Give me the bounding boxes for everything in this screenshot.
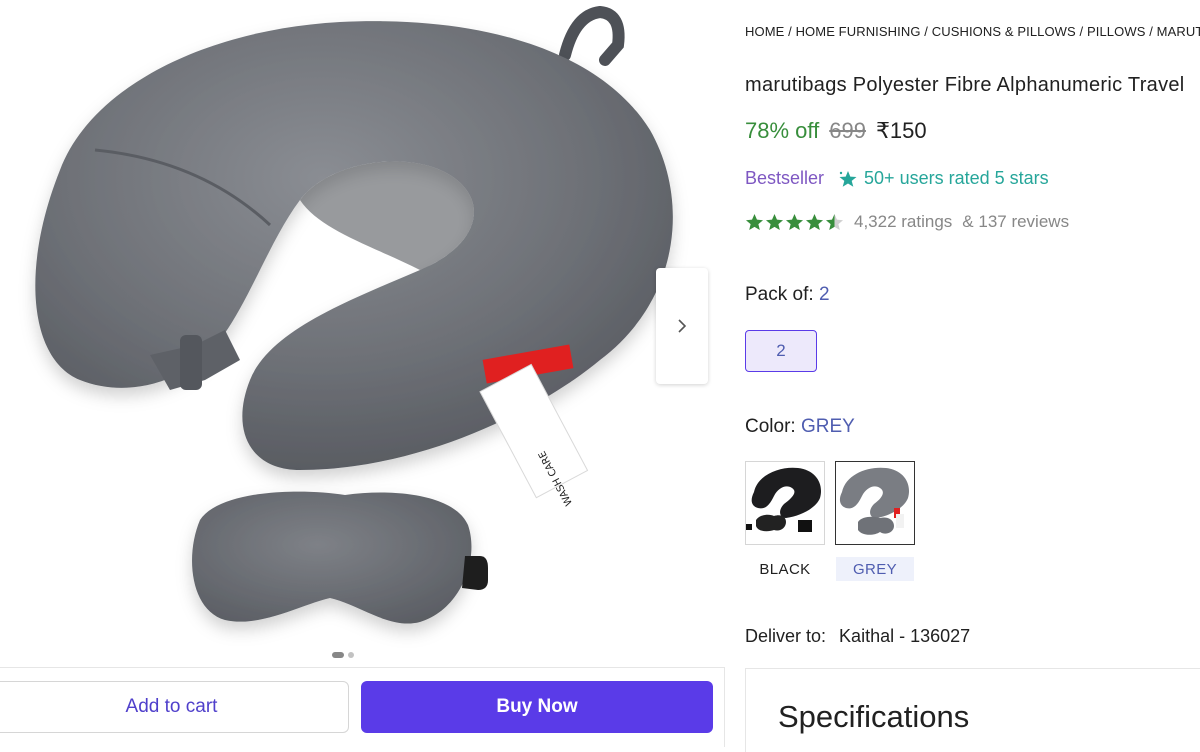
breadcrumb-separator: /	[788, 24, 792, 39]
pack-label-text: Pack of:	[745, 284, 814, 305]
deliver-to-label: Deliver to:	[745, 626, 827, 646]
ratings-count: 4,322 ratings	[854, 212, 953, 231]
selling-price: ₹150	[875, 118, 927, 143]
sparkle-star-icon	[839, 170, 857, 187]
delivery-info[interactable]: Deliver to: Kaithal - 136027	[745, 626, 970, 647]
color-label-grey[interactable]: GREY	[836, 557, 914, 581]
product-image-gallery[interactable]: WASH CARE	[0, 0, 725, 665]
color-label: Color: GREY	[745, 416, 855, 438]
breadcrumb-home-furnishing[interactable]: HOME FURNISHING	[796, 24, 921, 39]
discount-label: 78% off	[745, 118, 820, 143]
star-icon	[745, 213, 764, 231]
star-icon	[765, 213, 784, 231]
action-bar: Add to cart Buy Now	[0, 667, 725, 747]
black-pillow-thumbnail	[746, 467, 822, 532]
chevron-right-icon	[678, 319, 687, 333]
specifications-title: Specifications	[778, 699, 970, 734]
color-swatch-black[interactable]	[745, 461, 825, 545]
star-icon	[785, 213, 804, 231]
breadcrumb: HOME / HOME FURNISHING / CUSHIONS & PILL…	[745, 24, 1200, 39]
product-details: HOME / HOME FURNISHING / CUSHIONS & PILL…	[745, 0, 1200, 752]
gallery-dot[interactable]	[348, 652, 354, 658]
gallery-pagination	[332, 652, 354, 658]
badge-row: Bestseller 50+ users rated 5 stars	[745, 168, 1049, 189]
delivery-location: Kaithal - 136027	[839, 626, 971, 646]
breadcrumb-separator: /	[1149, 24, 1153, 39]
buy-now-button[interactable]: Buy Now	[361, 681, 713, 733]
rating-row[interactable]: 4,322 ratings & 137 reviews	[745, 212, 1069, 232]
gallery-dot-active[interactable]	[332, 652, 344, 658]
pack-option-2[interactable]: 2	[745, 330, 817, 372]
grey-pillow-thumbnail	[839, 467, 910, 535]
breadcrumb-home[interactable]: HOME	[745, 24, 784, 39]
reviews-count: & 137 reviews	[962, 212, 1070, 231]
pack-label: Pack of: 2	[745, 284, 830, 306]
half-star-icon	[825, 213, 844, 231]
product-image: WASH CARE	[35, 5, 673, 624]
star-icon	[805, 213, 824, 231]
color-selected-value: GREY	[800, 416, 855, 437]
breadcrumb-pillows[interactable]: PILLOWS	[1087, 24, 1146, 39]
price-row: 78% off 699 ₹150	[745, 118, 927, 144]
color-label-black[interactable]: BLACK	[746, 557, 824, 581]
specifications-section: Specifications	[745, 668, 1200, 752]
rated-text: 50+ users rated 5 stars	[864, 168, 1049, 188]
breadcrumb-separator: /	[924, 24, 928, 39]
breadcrumb-separator: /	[1079, 24, 1084, 39]
product-title: marutibags Polyester Fibre Alphanumeric …	[745, 74, 1185, 96]
rated-badge: 50+ users rated 5 stars	[838, 168, 1049, 189]
color-label-text: Color:	[745, 416, 796, 437]
bestseller-badge: Bestseller	[745, 168, 825, 188]
breadcrumb-maruti[interactable]: MARUTI	[1157, 24, 1200, 39]
breadcrumb-cushions-pillows[interactable]: CUSHIONS & PILLOWS	[932, 24, 1076, 39]
mrp-price: 699	[829, 118, 866, 143]
pack-selected-value: 2	[818, 284, 830, 305]
color-swatch-grey[interactable]	[835, 461, 915, 545]
next-image-button[interactable]	[656, 268, 708, 384]
add-to-cart-button[interactable]: Add to cart	[0, 681, 349, 733]
rating-stars	[745, 213, 844, 231]
